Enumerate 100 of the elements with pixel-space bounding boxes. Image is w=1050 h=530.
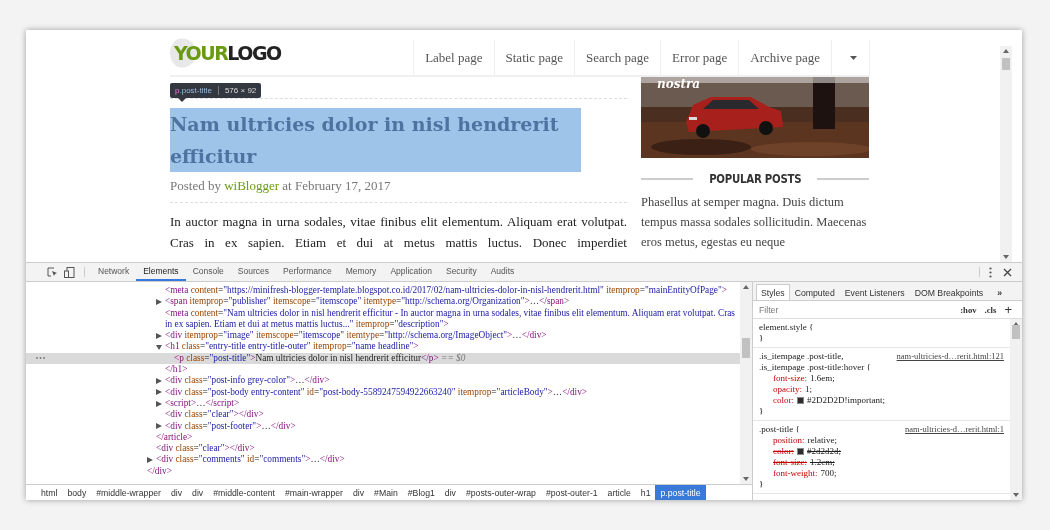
disclosure-triangle-icon[interactable] [156, 332, 162, 339]
nav-link[interactable]: Error page [660, 40, 739, 75]
nav-link[interactable]: Label page [413, 40, 494, 75]
panel-tab[interactable]: Security [438, 263, 484, 281]
breadcrumb[interactable]: #middle-wrapper [91, 485, 166, 500]
panel-tab[interactable]: Sources [230, 263, 276, 281]
breadcrumb[interactable]: html [36, 485, 63, 500]
panel-tab[interactable]: Memory [338, 263, 384, 281]
css-selector[interactable]: element.style { [759, 322, 814, 333]
color-swatch[interactable] [797, 448, 804, 455]
styles-tab[interactable]: Computed [789, 284, 840, 300]
scrollbar[interactable] [1010, 319, 1022, 500]
css-selector[interactable]: .is_itempage .post-title, .is_itempage .post-title:hover { [759, 351, 891, 373]
panel-tab[interactable]: Performance [276, 263, 339, 281]
breadcrumb[interactable]: article [602, 485, 636, 500]
scroll-down-arrow-icon[interactable] [1013, 493, 1019, 497]
scroll-down-arrow-icon[interactable] [743, 477, 749, 481]
panel-tab[interactable]: Network [91, 263, 137, 281]
styles-tab[interactable]: Styles [756, 284, 790, 300]
logo[interactable]: YOURLOGO [170, 35, 285, 70]
code-line[interactable]: </article> [156, 431, 197, 444]
disclosure-triangle-icon[interactable] [156, 298, 162, 305]
scrollbar-thumb[interactable] [742, 338, 750, 358]
code-line[interactable]: <div class="post-footer">…</div> [165, 420, 300, 432]
toggle-button[interactable]: .cls [984, 304, 997, 315]
disclosure-triangle-icon[interactable] [147, 457, 153, 464]
property-name[interactable]: font-weight: [773, 468, 818, 479]
code-line[interactable]: </div> [147, 465, 176, 478]
panel-tab[interactable]: Elements [136, 263, 186, 281]
code-line[interactable]: <div class="comments" id="comments">…</div> [156, 454, 349, 466]
breadcrumb[interactable]: #middle-content [208, 485, 280, 500]
scroll-up-arrow-icon[interactable] [1003, 49, 1009, 53]
property-name[interactable]: font-size: [773, 373, 807, 384]
breadcrumb[interactable]: #posts-outer-wrap [460, 485, 541, 500]
property-value[interactable]: 1.2em; [810, 457, 835, 468]
scrollbar[interactable] [1000, 46, 1012, 262]
scrollbar-thumb[interactable] [1012, 325, 1020, 339]
breadcrumb[interactable]: #post-outer-1 [540, 485, 603, 500]
property-value[interactable]: 1; [805, 384, 812, 395]
code-line[interactable]: <meta content="Nam ultricies dolor in nisl hendrerit efficitur - In auctor magna in urna sodales, vitae finibus elit elementum. Aliquam erat volutpat. Cras in ex sapien. Etiam et dui at metus mattis luctus..." itemprop="description"> [165, 307, 740, 331]
selected-row[interactable]: <p class="post-title">Nam ultricies dolor in nisl hendrerit efficitur</p> == $0 [26, 352, 740, 365]
code-line[interactable]: <div class="post-body entry-content" id="post-body-5589247594922663240" itemprop="articleBody">…</div> [165, 386, 592, 398]
code-line[interactable]: <meta content="https://minifresh-blogger-template.blogspot.co.id/2017/02/nam-ultricies-dolor-in-nisl-hendrerit.html" itemprop="mainEntityOfPage"> [165, 285, 732, 297]
code-line[interactable]: <div class="clear"></div> [156, 443, 259, 455]
breadcrumb[interactable]: #main-wrapper [280, 485, 348, 500]
property-value[interactable]: 700; [820, 468, 837, 479]
breadcrumb[interactable]: div [347, 485, 370, 500]
panel-tab[interactable]: Audits [483, 263, 522, 281]
source-link[interactable]: nam-ultricies-d…rerit.html:121 [896, 351, 1004, 362]
disclosure-triangle-icon[interactable] [156, 423, 162, 430]
panel-tab[interactable]: Console [185, 263, 231, 281]
disclosure-triangle-icon[interactable] [156, 400, 162, 407]
breadcrumb[interactable]: div [165, 485, 188, 500]
more-tabs-button[interactable]: » [988, 284, 1008, 300]
property-name[interactable]: color: [773, 446, 794, 457]
source-link[interactable]: nam-ultricies-d…rerit.html:1 [905, 424, 1004, 435]
scrollbar[interactable] [740, 282, 752, 484]
property-name[interactable]: color: [773, 395, 794, 406]
property-name[interactable]: opacity: [773, 384, 802, 395]
property-value[interactable]: relative; [807, 435, 837, 446]
post-snippet[interactable]: Phasellus at semper magna. Duis dictum tempus massa sodales sollicitudin. Maecenas eros metus, egestas eu neque [641, 192, 869, 252]
property-value[interactable]: #2D2D2D!important; [807, 395, 885, 406]
breadcrumb[interactable]: p.post-title [655, 485, 706, 500]
breadcrumb[interactable]: #Blog1 [402, 485, 440, 500]
code-line[interactable]: <div itemprop="image" itemscope="itemscope" itemtype="http://schema.org/ImageObject">…</div> [165, 330, 551, 342]
breadcrumb[interactable]: div [439, 485, 461, 500]
nav-link[interactable]: Static page [493, 40, 574, 75]
author-link[interactable]: wiBlogger [224, 178, 280, 193]
property-value[interactable]: #2d2d2d; [807, 446, 841, 457]
breadcrumb[interactable]: h1 [635, 485, 656, 500]
new-rule-button[interactable]: + [1004, 302, 1018, 317]
breadcrumb[interactable]: #Main [369, 485, 403, 500]
styles-tab[interactable]: Event Listeners [839, 284, 910, 300]
breadcrumb[interactable]: body [62, 485, 92, 500]
css-selector[interactable]: .post-title { [759, 424, 800, 435]
code-line[interactable]: <div class="clear"></div> [165, 409, 268, 421]
scrollbar-thumb[interactable] [1002, 58, 1010, 70]
ellipsis-icon[interactable] [36, 357, 45, 360]
breadcrumb[interactable]: div [187, 485, 209, 500]
disclosure-triangle-icon[interactable] [156, 344, 162, 351]
nav-link[interactable]: Search page [573, 40, 661, 75]
styles-tab[interactable]: DOM Breakpoints [909, 284, 989, 300]
code-line[interactable]: </h1> [165, 364, 192, 376]
toggle-button[interactable]: :hov [960, 304, 977, 315]
scroll-up-arrow-icon[interactable] [743, 285, 749, 289]
code-line[interactable]: <div class="post-info grey-color">…</div> [165, 375, 334, 387]
closing-brace: } [759, 479, 765, 490]
disclosure-triangle-icon[interactable] [156, 389, 162, 396]
disclosure-triangle-icon[interactable] [156, 378, 162, 384]
property-name[interactable]: font-size: [773, 457, 807, 468]
code-line[interactable]: <h1 class="entry-title entry-title-outer" itemprop="name headline"> [165, 341, 423, 353]
code-line[interactable]: <p class="post-title">Nam ultricies dolor in nisl hendrerit efficitur</p> == $0 [174, 352, 470, 365]
property-name[interactable]: position: [773, 435, 805, 446]
panel-tab[interactable]: Application [383, 263, 439, 281]
color-swatch[interactable] [797, 397, 804, 404]
code-line[interactable]: <span itemprop="publisher" itemscope="itemscope" itemtype="http://schema.org/Organization">…</span> [165, 296, 574, 308]
scroll-down-arrow-icon[interactable] [1003, 255, 1009, 259]
property-value[interactable]: 1.6em; [810, 373, 835, 384]
code-line[interactable]: <script>…</script> [165, 397, 244, 410]
nav-link[interactable]: Archive page [738, 40, 831, 75]
